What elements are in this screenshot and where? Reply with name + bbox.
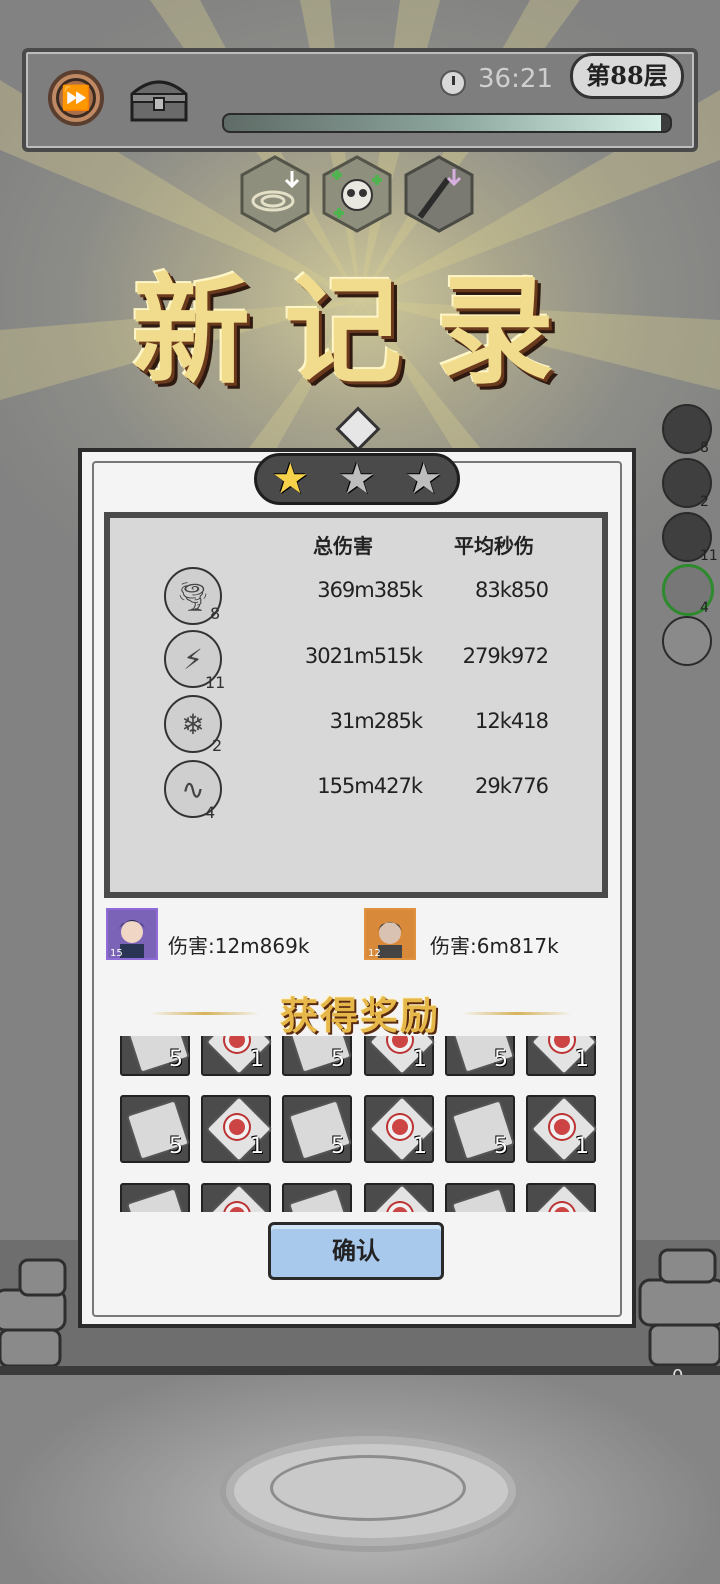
reward-item[interactable]: 5 [445,1036,516,1076]
reward-item[interactable] [526,1183,598,1212]
side-skill-level: 4 [700,600,709,616]
side-skill-level: 11 [700,548,718,564]
scroll-stone-icon [125,1187,191,1212]
reward-item[interactable] [282,1183,353,1212]
reward-count: 1 [413,1134,427,1159]
fast-forward-button[interactable]: ⏩ [48,70,104,126]
hero-level: 15 [110,948,123,959]
floor-progress-bar [222,113,672,133]
fast-forward-icon: ⏩ [56,78,96,118]
reward-count: 5 [331,1047,345,1072]
header-total-damage: 总伤害 [313,534,373,558]
reward-item[interactable]: 1 [526,1095,598,1163]
reward-item[interactable]: 5 [120,1095,191,1163]
reward-count: 5 [331,1134,345,1159]
confirm-button[interactable]: 确认 [268,1222,444,1280]
reward-item[interactable]: 5 [120,1036,191,1076]
skill-level: 11 [205,673,226,692]
total-damage: 31m285k [329,709,423,733]
total-damage: 369m385k [317,578,423,602]
scroll-stone-icon [450,1187,516,1212]
rewards-title: 获得奖励 [279,993,440,1038]
reward-item[interactable]: 1 [526,1036,598,1076]
timer: 36:21 [478,64,553,94]
reward-count: 5 [494,1047,508,1072]
reward-count: 5 [494,1134,508,1159]
scroll-stone-icon [287,1187,353,1212]
avg-dps: 279k972 [462,644,549,668]
reward-item[interactable]: 5 [445,1095,516,1163]
skull-plus-icon[interactable] [322,155,392,233]
hero-level: 12 [368,948,381,959]
hero-damage: 伤害:12m869k [168,934,310,958]
floor-badge: 第88层 [570,53,684,99]
clock-icon [440,70,466,96]
reward-count: 1 [250,1134,264,1159]
reward-item[interactable] [201,1183,273,1212]
reward-item[interactable]: 1 [201,1036,273,1076]
reward-item[interactable]: 1 [364,1095,436,1163]
sun-emblem-icon [554,1119,570,1135]
empty-slot-icon [662,616,712,666]
reward-count: 5 [169,1047,183,1072]
avg-dps: 12k418 [475,709,549,733]
side-skill-level: 2 [700,494,709,510]
reward-item[interactable]: 5 [282,1036,353,1076]
side-skill-level: 8 [700,440,709,456]
skill-level: 8 [210,604,221,623]
star-empty-icon: ★ [404,454,443,503]
hero-damage: 伤害:6m817k [430,934,559,958]
spiral-down-icon[interactable] [240,155,310,233]
reward-item[interactable] [120,1183,191,1212]
treasure-chest-icon[interactable] [128,72,190,124]
total-damage: 3021m515k [304,644,423,668]
header-avg-dps: 平均秒伤 [454,534,534,558]
rewards-grid[interactable]: 5 1 5 1 5 1 5 1 5 1 5 1 [112,1036,612,1212]
reward-count: 1 [413,1047,427,1072]
sun-emblem-icon [392,1119,408,1135]
skill-level: 2 [212,736,223,755]
star-filled-icon: ★ [271,454,310,503]
reward-item[interactable]: 5 [282,1095,353,1163]
summon-circle-inner [270,1455,466,1521]
avg-dps: 29k776 [475,774,549,798]
star-empty-icon: ★ [338,454,376,503]
reward-count: 1 [575,1134,589,1159]
reward-item[interactable]: 1 [364,1036,436,1076]
reward-count: 5 [169,1134,183,1159]
reward-item[interactable] [445,1183,516,1212]
sun-emblem-icon [229,1119,245,1135]
reward-count: 1 [250,1047,264,1072]
total-damage: 155m427k [317,774,423,798]
star-rating: ★ ★ ★ [254,453,460,505]
reward-item[interactable] [364,1183,436,1212]
floor-progress-fill [224,115,662,131]
reward-count: 1 [575,1047,589,1072]
reward-item[interactable]: 1 [201,1095,273,1163]
new-record-title: 新记录 [131,261,588,400]
avg-dps: 83k850 [475,578,549,602]
blade-down-icon[interactable] [404,155,474,233]
skill-level: 4 [205,803,216,822]
